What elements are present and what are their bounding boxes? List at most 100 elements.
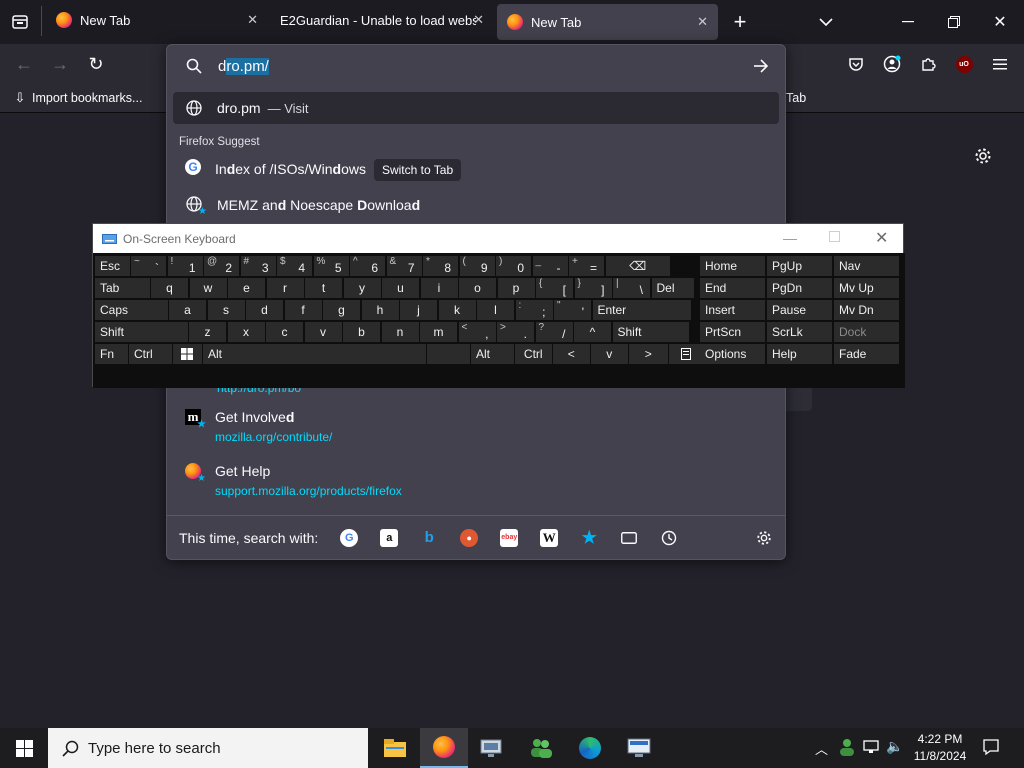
remote-desktop-icon[interactable]	[615, 728, 663, 768]
space-key[interactable]	[427, 344, 470, 364]
key[interactable]: u	[382, 278, 419, 298]
chevron-down-icon[interactable]	[814, 10, 838, 34]
network-icon[interactable]	[862, 739, 880, 757]
tab-new-tab-1[interactable]: New Tab ✕	[46, 0, 268, 40]
key[interactable]: ^ 6	[350, 256, 385, 276]
key[interactable]: Caps	[95, 300, 168, 320]
amazon-icon[interactable]: a	[380, 528, 399, 547]
key[interactable]: ? /	[535, 322, 573, 342]
clock[interactable]: 4:22 PM 11/8/2024	[908, 731, 972, 765]
nav-key[interactable]: ScrLk	[767, 322, 832, 342]
key[interactable]: ^	[574, 322, 611, 342]
close-tab-icon[interactable]: ✕	[247, 12, 258, 28]
key[interactable]: + =	[569, 256, 604, 276]
key[interactable]: @2	[204, 256, 239, 276]
tab-new-tab-active[interactable]: New Tab ✕	[497, 4, 718, 40]
list-all-tabs-icon[interactable]	[8, 10, 32, 34]
key[interactable]: d	[246, 300, 283, 320]
suggestion-row[interactable]: ★ Get Help support.mozilla.org/products/…	[173, 463, 779, 498]
reload-icon[interactable]: ↻	[84, 52, 108, 76]
key[interactable]: | \	[613, 278, 650, 298]
key[interactable]: h	[361, 300, 399, 320]
suggestion-row[interactable]: m ★ Get Involved mozilla.org/contribute/	[173, 409, 779, 444]
back-arrow-icon[interactable]: ←	[12, 52, 36, 76]
key[interactable]: x	[227, 322, 265, 342]
key[interactable]: " '	[554, 300, 591, 320]
key[interactable]: <	[553, 344, 590, 364]
notifications-icon[interactable]	[982, 738, 1002, 758]
key[interactable]: #3	[240, 256, 276, 276]
nav-key[interactable]: Insert	[700, 300, 765, 320]
key[interactable]: $4	[277, 256, 312, 276]
nav-key[interactable]: End	[700, 278, 765, 298]
key[interactable]: p	[497, 278, 535, 298]
key[interactable]: Ctrl	[515, 344, 552, 364]
key[interactable]: Shift	[612, 322, 689, 342]
key[interactable]: o	[459, 278, 496, 298]
key[interactable]: Ctrl	[129, 344, 172, 364]
users-icon[interactable]	[517, 728, 565, 768]
nav-key[interactable]: PrtScn	[700, 322, 765, 342]
key[interactable]: j	[400, 300, 437, 320]
key[interactable]: & 7	[386, 256, 422, 276]
nav-key[interactable]: PgUp	[767, 256, 832, 276]
nav-key[interactable]: Pause	[767, 300, 832, 320]
key[interactable]: m	[420, 322, 457, 342]
key[interactable]: w	[189, 278, 227, 298]
key[interactable]: Shift	[95, 322, 188, 342]
nav-key[interactable]: Options	[700, 344, 765, 364]
key[interactable]: t	[305, 278, 342, 298]
wikipedia-icon[interactable]: W	[540, 528, 559, 547]
key[interactable]: c	[266, 322, 303, 342]
nav-key[interactable]: Mv Up	[834, 278, 899, 298]
tray-chevron-up-icon[interactable]: ︿	[815, 739, 828, 758]
bookmark-partial-label[interactable]: Tab	[786, 91, 806, 105]
firefox-taskbar-icon[interactable]	[420, 728, 468, 768]
close-tab-icon[interactable]: ✕	[473, 12, 484, 28]
nav-key[interactable]: Help	[767, 344, 832, 364]
key[interactable]: a	[169, 300, 206, 320]
key[interactable]: q	[151, 278, 188, 298]
nav-key[interactable]: PgDn	[767, 278, 832, 298]
close-tab-icon[interactable]: ✕	[697, 14, 708, 30]
key[interactable]: l	[477, 300, 514, 320]
nav-key[interactable]: Fade	[834, 344, 899, 364]
user-tray-icon[interactable]	[838, 738, 856, 756]
taskbar-search-box[interactable]: Type here to search	[48, 728, 368, 768]
nav-key[interactable]: Nav	[834, 256, 899, 276]
key[interactable]: f	[284, 300, 322, 320]
restore-icon[interactable]	[942, 10, 966, 34]
key[interactable]: Alt	[471, 344, 514, 364]
key[interactable]: >.	[497, 322, 534, 342]
key[interactable]: ~ `	[131, 256, 166, 276]
forward-arrow-icon[interactable]: →	[48, 52, 72, 76]
menu-key-icon[interactable]	[669, 344, 704, 364]
nav-key[interactable]: Mv Dn	[834, 300, 899, 320]
key[interactable]: Tab	[95, 278, 150, 298]
key[interactable]: <,	[458, 322, 496, 342]
volume-icon[interactable]: 🔈	[886, 738, 903, 755]
customize-gear-icon[interactable]	[972, 145, 994, 167]
edge-icon[interactable]	[566, 728, 614, 768]
ublock-origin-icon[interactable]: uO	[952, 52, 976, 76]
key[interactable]: Fn	[95, 344, 128, 364]
import-bookmarks-button[interactable]: ⇩ Import bookmarks...	[12, 90, 143, 106]
key[interactable]: z	[189, 322, 226, 342]
maximize-icon[interactable]	[829, 231, 840, 242]
key[interactable]: b	[343, 322, 380, 342]
extensions-icon[interactable]	[916, 52, 940, 76]
minimize-icon[interactable]	[896, 10, 920, 34]
key[interactable]: ) 0	[496, 256, 531, 276]
key[interactable]: {[	[536, 278, 573, 298]
tabs-icon[interactable]	[620, 529, 638, 547]
key[interactable]: k	[438, 300, 476, 320]
history-icon[interactable]	[660, 529, 678, 547]
pocket-icon[interactable]	[844, 52, 868, 76]
tab-e2guardian[interactable]: E2Guardian - Unable to load website ✕	[270, 0, 494, 40]
account-icon[interactable]	[880, 52, 904, 76]
suggestion-row[interactable]: ★ MEMZ and Noescape Download	[173, 195, 779, 217]
file-explorer-icon[interactable]	[371, 728, 419, 768]
url-input[interactable]: dro.pm/	[175, 49, 777, 83]
key[interactable]: }]	[574, 278, 612, 298]
windows-key-icon[interactable]	[173, 344, 202, 364]
